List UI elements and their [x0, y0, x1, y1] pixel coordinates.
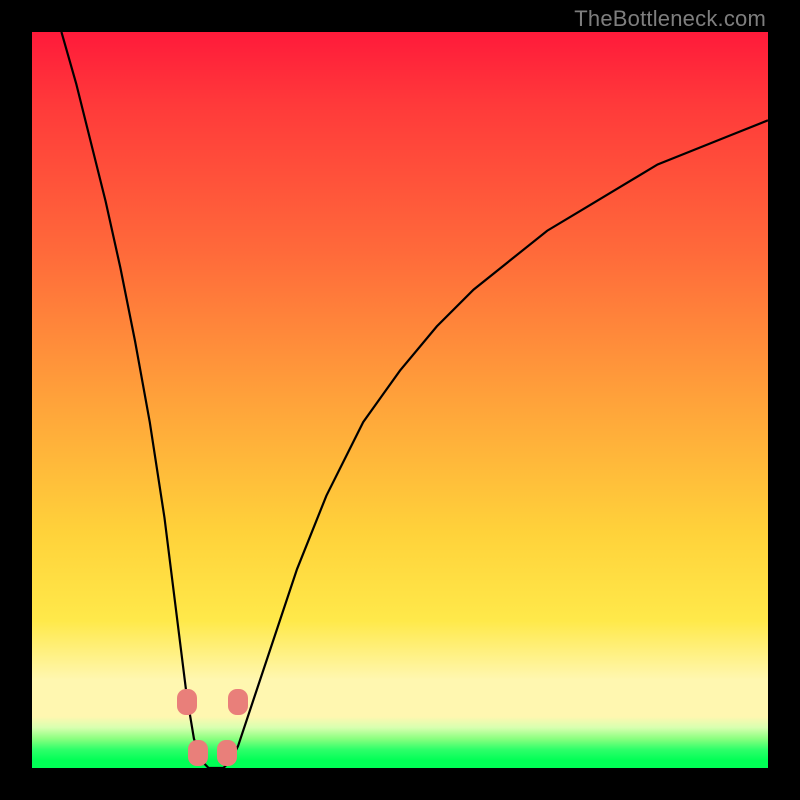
- watermark-text: TheBottleneck.com: [574, 6, 766, 32]
- curve-markers: [32, 32, 768, 768]
- marker-left-upper: [177, 689, 197, 715]
- marker-right-upper: [228, 689, 248, 715]
- plot-area: [32, 32, 768, 768]
- chart-stage: TheBottleneck.com: [0, 0, 800, 800]
- marker-left-lower: [188, 740, 208, 766]
- marker-right-lower: [217, 740, 237, 766]
